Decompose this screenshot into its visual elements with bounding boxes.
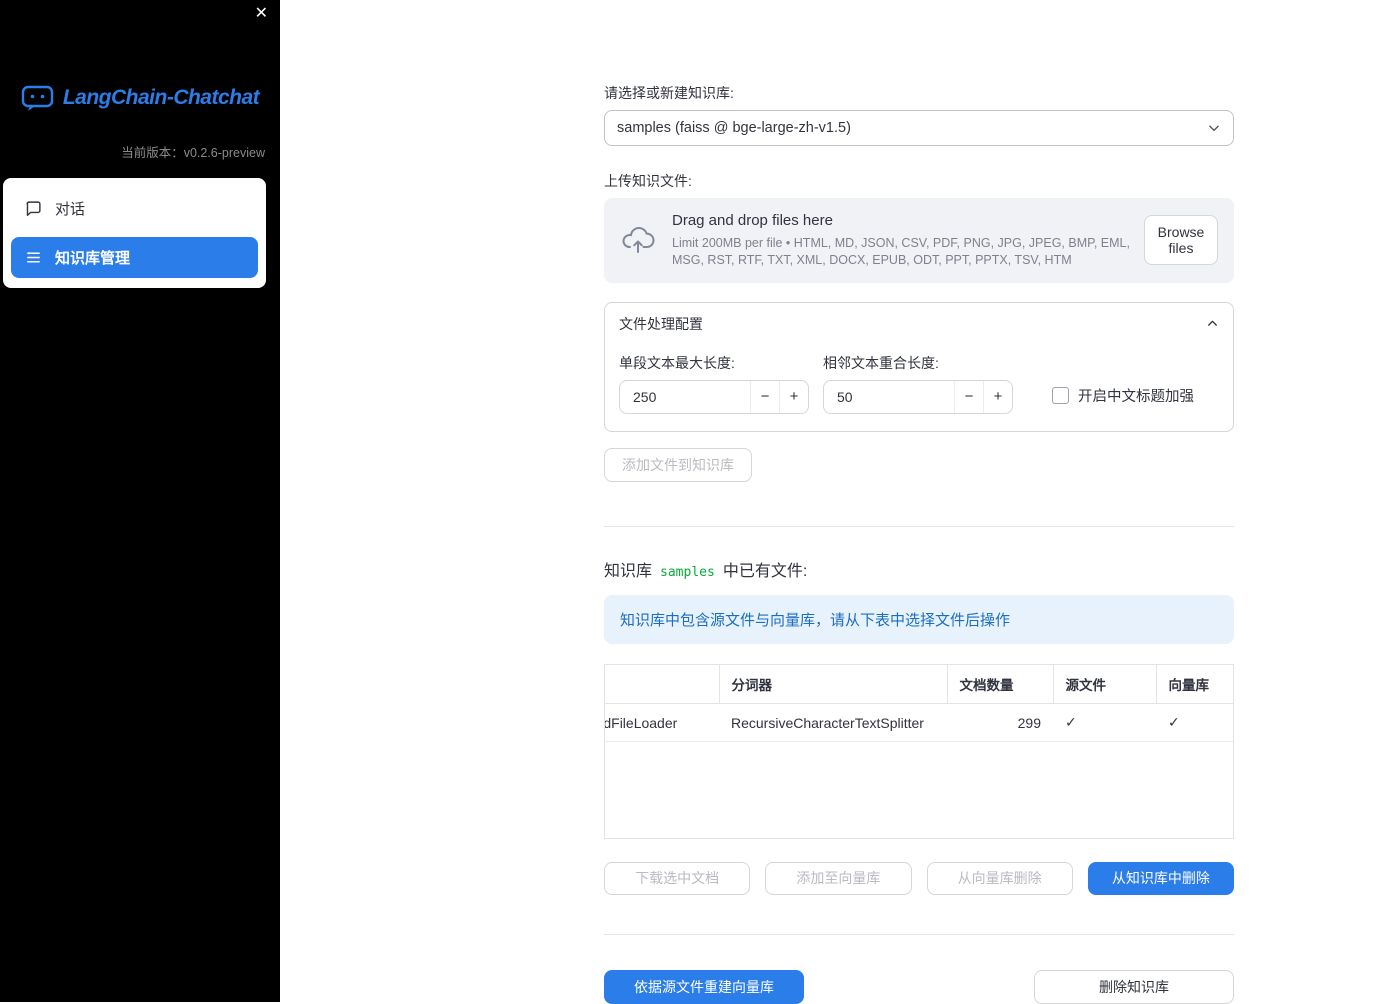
browse-files-button[interactable]: Browse files (1144, 215, 1218, 266)
table-header-source[interactable]: 源文件 (1053, 664, 1157, 705)
divider (604, 933, 1234, 935)
app-title: LangChain-Chatchat (62, 86, 260, 109)
sidebar: ✕ LangChain-Chatchat 当前版本：v0.2.6-preview… (0, 0, 280, 1002)
file-config-expander: 文件处理配置 单段文本最大长度: 250 − + 相邻文本重合长度: 50 − … (604, 301, 1234, 432)
expander-header[interactable]: 文件处理配置 (605, 303, 1233, 345)
table-header-row: 文档加载器 分词器 文档数量 源文件 向量库 (605, 664, 1233, 705)
drag-drop-text: Drag and drop files here (672, 212, 833, 229)
chunk-size-label: 单段文本最大长度: (619, 354, 735, 371)
close-icon: ✕ (254, 5, 268, 22)
zh-title-enhance-checkbox[interactable]: 开启中文标题加强 (1052, 385, 1194, 406)
checkbox-box[interactable] (1052, 386, 1069, 404)
chunk-size-field: 单段文本最大长度: 250 − + (619, 353, 809, 414)
expander-body: 单段文本最大长度: 250 − + 相邻文本重合长度: 50 − + 开启中文标… (605, 345, 1233, 431)
delete-from-kb-button[interactable]: 从知识库中删除 (1087, 861, 1234, 895)
divider (604, 525, 1234, 527)
kb-select-label: 请选择或新建知识库: (604, 85, 734, 101)
delete-kb-button[interactable]: 删除知识库 (1034, 969, 1234, 1004)
cloud-upload-icon (620, 225, 656, 255)
sidebar-item-label: 知识库管理 (55, 250, 131, 267)
minus-stepper-button[interactable]: − (750, 380, 779, 413)
kb-existing-suffix: 中已有文件: (722, 562, 808, 580)
expander-title: 文件处理配置 (619, 315, 703, 332)
sidebar-item-dialogue[interactable]: 对话 (11, 188, 258, 229)
rebuild-vector-store-button[interactable]: 依据源文件重建向量库 (604, 969, 804, 1004)
chevron-down-icon (1207, 121, 1221, 135)
kb-existing-prefix: 知识库 (604, 562, 653, 580)
sidebar-item-label: 对话 (55, 201, 86, 218)
kb-files-table[interactable]: 文档加载器 分词器 文档数量 源文件 向量库 UnstructuredFileL… (604, 663, 1234, 839)
overlap-size-input[interactable]: 50 − + (823, 379, 1013, 414)
info-banner: 知识库中包含源文件与向量库，请从下表中选择文件后操作 (604, 594, 1234, 644)
upload-limit-text: Limit 200MB per file • HTML, MD, JSON, C… (672, 236, 1130, 267)
file-action-buttons: 下载选中文档 添加至向量库 从向量库删除 从知识库中删除 (604, 861, 1234, 895)
kb-select-dropdown[interactable]: samples (faiss @ bge-large-zh-v1.5) (604, 110, 1234, 146)
dropzone-text: Drag and drop files here Limit 200MB per… (672, 212, 1144, 269)
minus-stepper-button[interactable]: − (954, 380, 983, 413)
kb-name-code: samples (660, 564, 715, 580)
app-logo: LangChain-Chatchat (0, 84, 280, 112)
main-content: 请选择或新建知识库: samples (faiss @ bge-large-zh… (604, 0, 1234, 1004)
list-stack-icon (25, 249, 42, 266)
download-selected-button[interactable]: 下载选中文档 (604, 861, 751, 895)
chevron-up-icon (1206, 317, 1219, 330)
kb-footer-buttons: 依据源文件重建向量库 删除知识库 (604, 969, 1234, 1004)
plus-stepper-button[interactable]: + (983, 380, 1012, 413)
cell-splitter[interactable]: RecursiveCharacterTextSplitter (719, 703, 947, 743)
add-files-to-kb-button[interactable]: 添加文件到知识库 (604, 447, 752, 482)
kb-existing-files-line: 知识库 samples 中已有文件: (604, 557, 1234, 581)
table-row[interactable]: UnstructuredFileLoader RecursiveCharacte… (605, 703, 1233, 743)
chunk-size-input[interactable]: 250 − + (619, 379, 809, 414)
kb-select-value: samples (faiss @ bge-large-zh-v1.5) (617, 120, 851, 136)
chunk-size-value: 250 (633, 388, 657, 405)
upload-label: 上传知识文件: (604, 173, 692, 189)
plus-stepper-button[interactable]: + (779, 380, 808, 413)
chat-logo-icon (21, 84, 55, 112)
sidebar-item-knowledge-base[interactable]: 知识库管理 (11, 237, 258, 278)
chat-bubble-icon (25, 200, 42, 217)
remove-from-vector-store-button[interactable]: 从向量库删除 (926, 861, 1073, 895)
table-header-loader[interactable]: 文档加载器 (605, 664, 720, 705)
table-header-splitter[interactable]: 分词器 (719, 664, 948, 705)
cell-loader[interactable]: UnstructuredFileLoader (605, 703, 719, 743)
cell-source-check[interactable]: ✓ (1053, 703, 1156, 743)
overlap-size-label: 相邻文本重合长度: (823, 354, 939, 371)
table-header-doc-count[interactable]: 文档数量 (947, 664, 1054, 705)
sidebar-menu: 对话 知识库管理 (3, 178, 266, 288)
table-header-vector[interactable]: 向量库 (1156, 664, 1233, 705)
file-dropzone[interactable]: Drag and drop files here Limit 200MB per… (604, 198, 1234, 283)
overlap-size-value: 50 (837, 388, 853, 405)
overlap-size-field: 相邻文本重合长度: 50 − + (823, 353, 1013, 414)
cell-vector-check[interactable]: ✓ (1156, 703, 1233, 743)
add-to-vector-store-button[interactable]: 添加至向量库 (765, 861, 912, 895)
cell-doc-count[interactable]: 299 (947, 703, 1053, 743)
sidebar-close-button[interactable]: ✕ (255, 6, 268, 22)
version-label: 当前版本：v0.2.6-preview (121, 146, 265, 160)
checkbox-label: 开启中文标题加强 (1078, 388, 1194, 405)
